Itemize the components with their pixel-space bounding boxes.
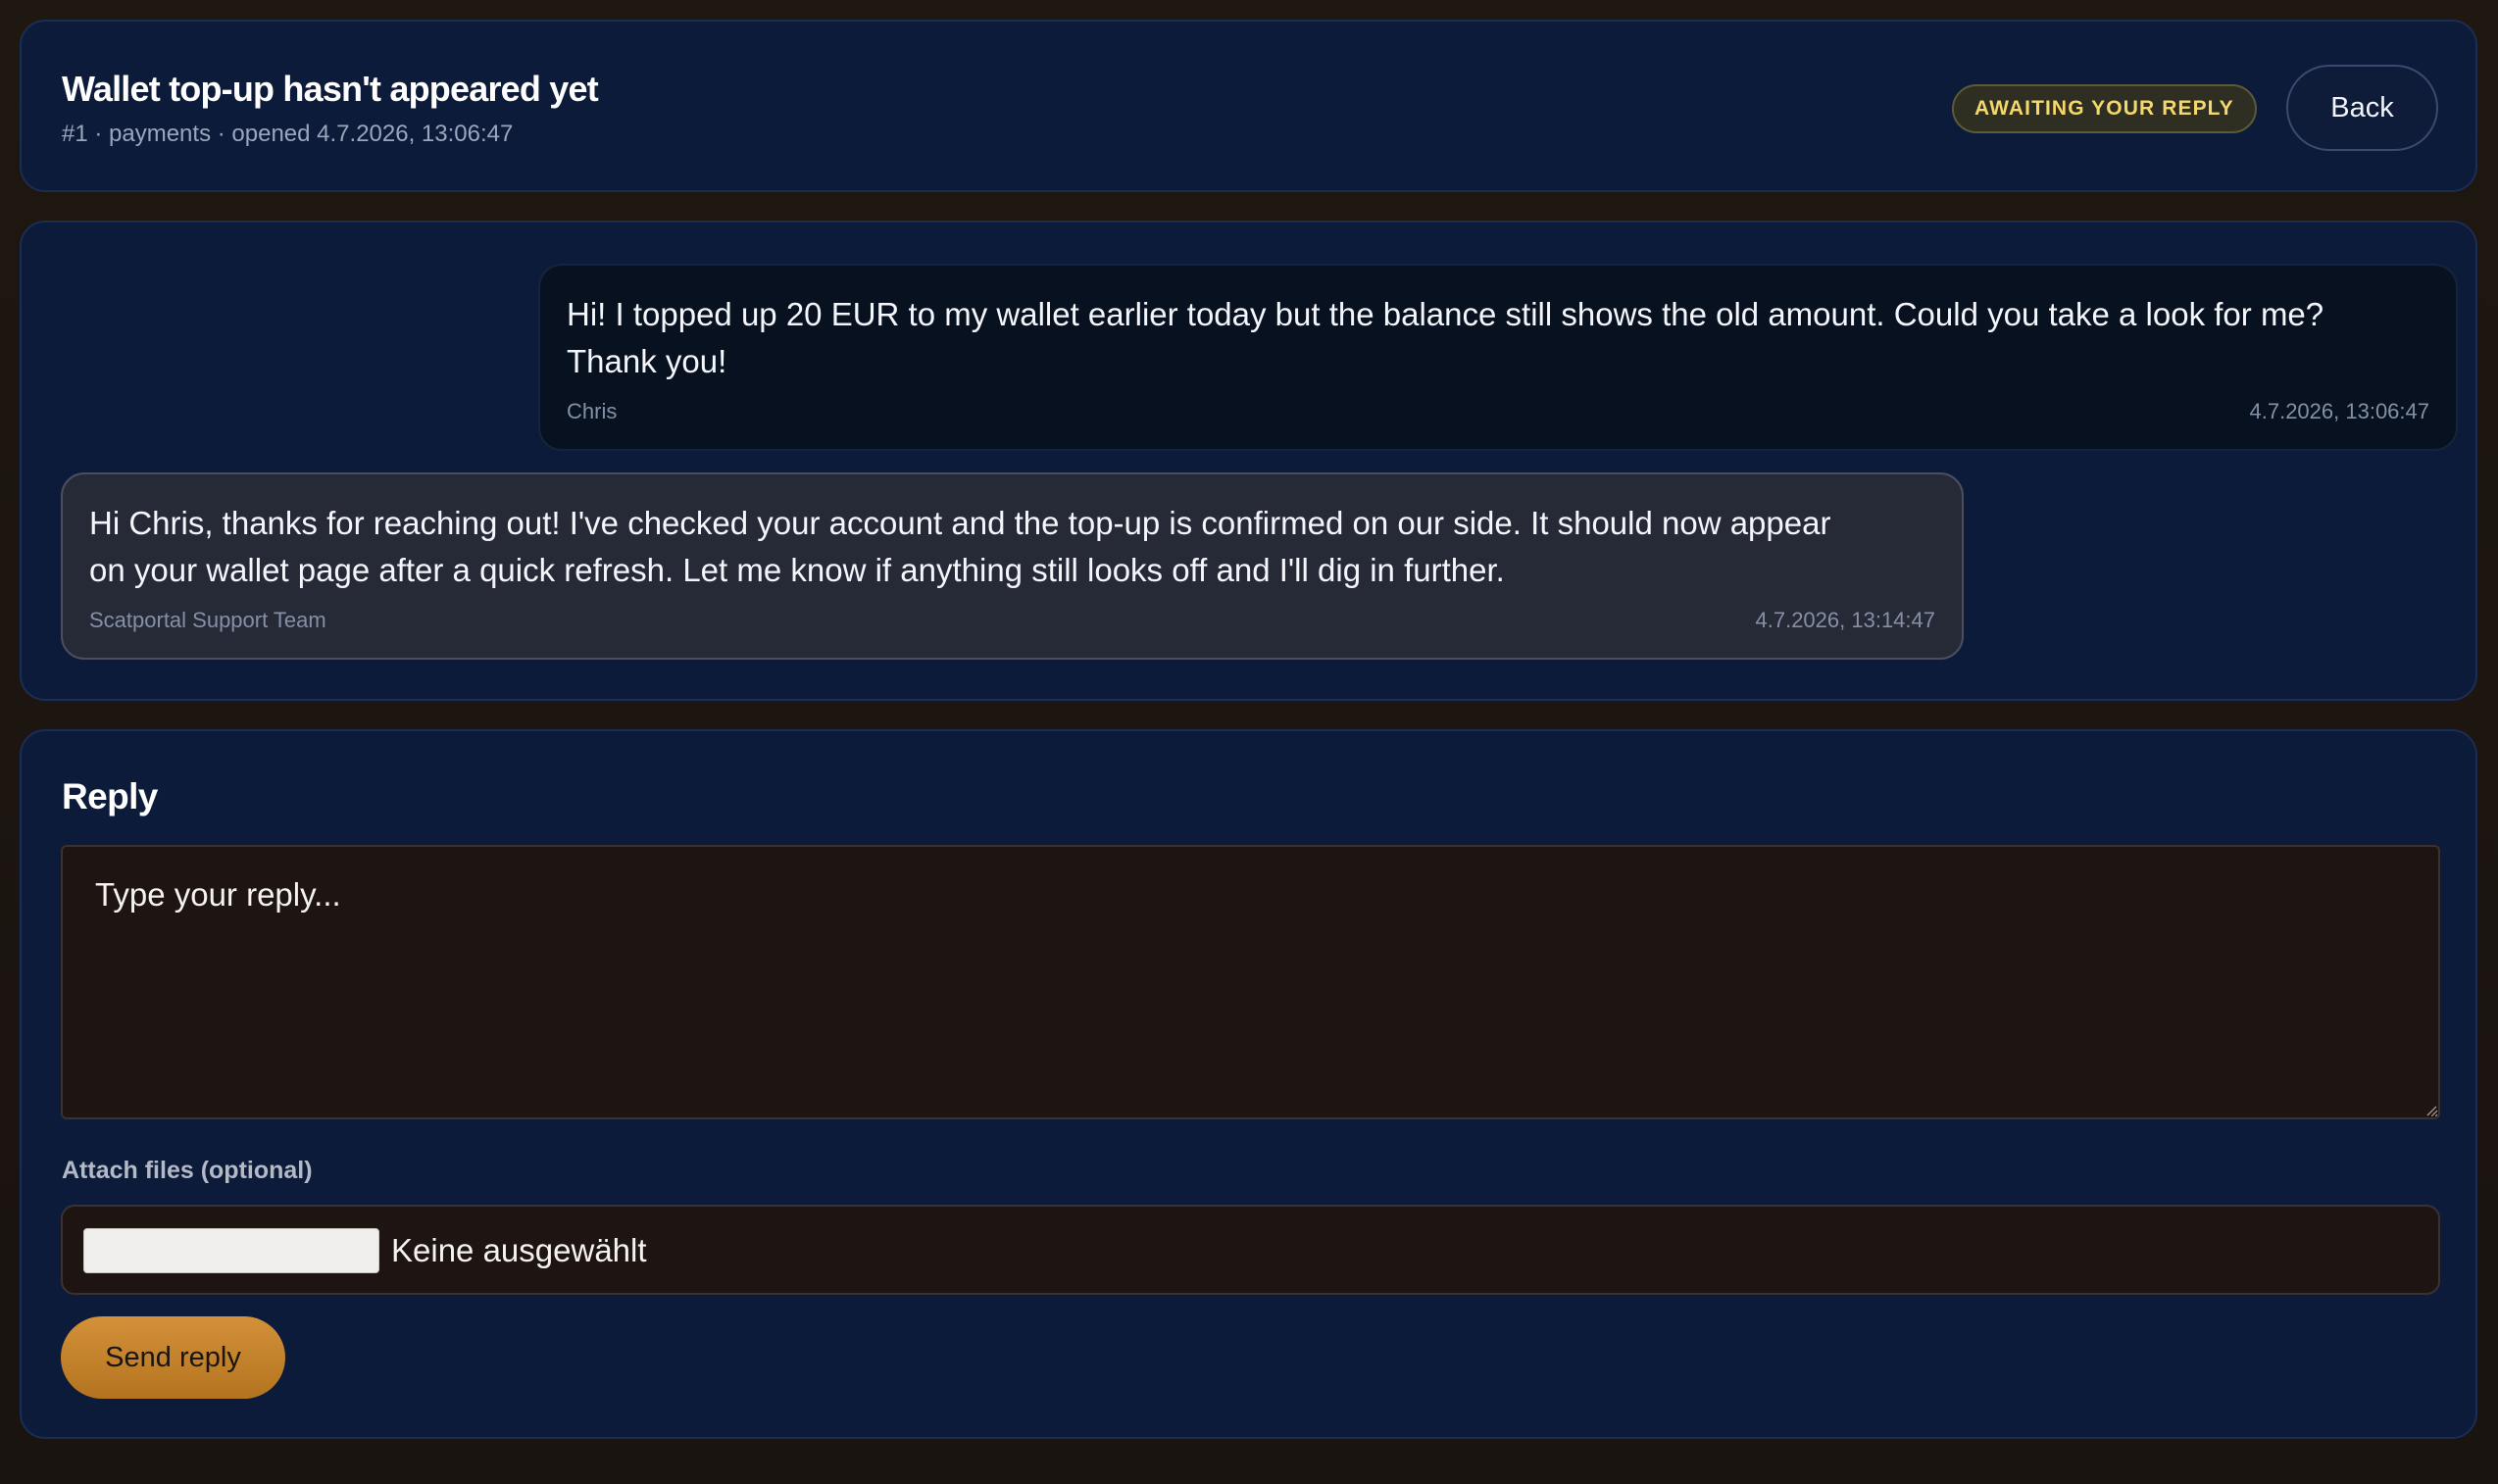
message-text: Hi! I topped up 20 EUR to my wallet earl… — [567, 296, 2324, 379]
ticket-header: Wallet top-up hasn't appeared yet #1 · p… — [20, 20, 2477, 192]
file-status-text: Keine ausgewählt — [391, 1232, 647, 1268]
back-button[interactable]: Back — [2286, 65, 2438, 151]
send-reply-button[interactable]: Send reply — [61, 1316, 285, 1399]
file-input[interactable]: Keine ausgewählt — [61, 1205, 2440, 1295]
message-thread: Hi! I topped up 20 EUR to my wallet earl… — [20, 221, 2477, 701]
attach-files-label: Attach files (optional) — [62, 1157, 313, 1184]
support-message: Hi Chris, thanks for reaching out! I've … — [61, 472, 1964, 660]
reply-heading: Reply — [62, 776, 158, 816]
message-text: Hi Chris, thanks for reaching out! I've … — [89, 505, 1831, 588]
reply-textarea[interactable] — [61, 845, 2440, 1119]
message-timestamp: 4.7.2026, 13:06:47 — [2249, 399, 2430, 423]
message-author: Chris — [567, 399, 618, 423]
message-author: Scatportal Support Team — [89, 608, 326, 632]
ticket-title: Wallet top-up hasn't appeared yet — [62, 69, 599, 109]
status-badge: AWAITING YOUR REPLY — [1952, 84, 2257, 133]
message-timestamp: 4.7.2026, 13:14:47 — [1755, 608, 1936, 632]
ticket-meta: #1 · payments · opened 4.7.2026, 13:06:4… — [62, 121, 514, 147]
choose-files-button[interactable] — [83, 1228, 379, 1273]
user-message: Hi! I topped up 20 EUR to my wallet earl… — [538, 264, 2458, 451]
reply-form: Reply Attach files (optional) Keine ausg… — [20, 729, 2477, 1439]
